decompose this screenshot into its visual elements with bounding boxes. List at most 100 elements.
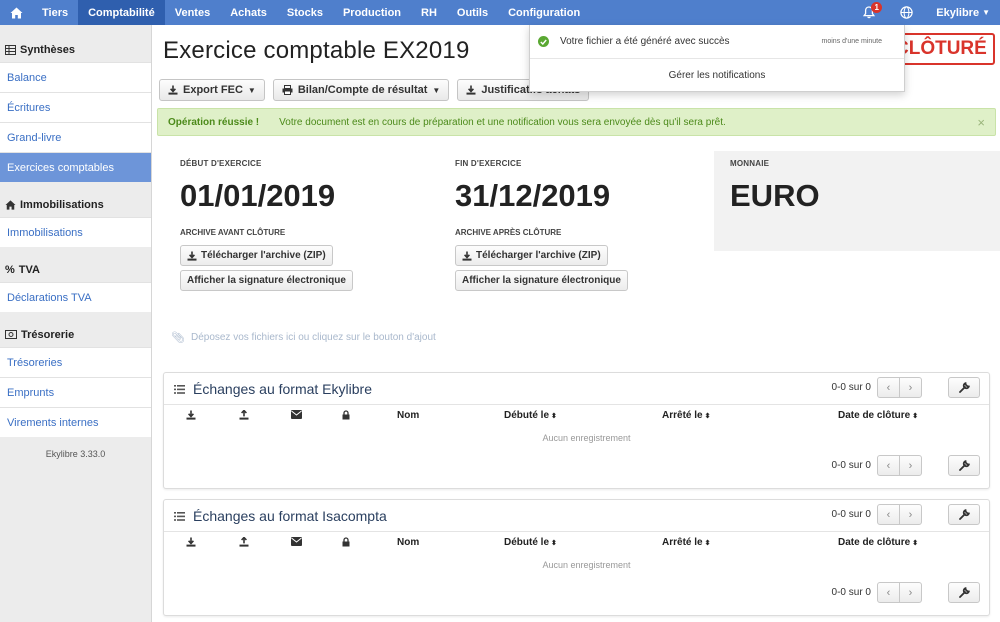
empty-message: Aucun enregistrement <box>542 433 631 443</box>
notifications-button[interactable]: 1 <box>852 0 886 25</box>
sidebar-item-ecritures[interactable]: Écritures <box>0 92 151 122</box>
home-button[interactable] <box>0 0 32 25</box>
download-archive-after-button[interactable]: Télécharger l'archive (ZIP) <box>455 245 608 266</box>
notification-count-badge: 1 <box>871 2 883 13</box>
prev-page-button[interactable]: ‹ <box>877 455 900 476</box>
download-archive-label: Télécharger l'archive (ZIP) <box>476 250 601 261</box>
success-alert: Opération réussie ! Votre document est e… <box>157 108 996 136</box>
sidebar-item-immobilisations[interactable]: Immobilisations <box>0 217 151 247</box>
percent-icon: % <box>5 263 15 276</box>
sort-icon: ⬍ <box>551 412 557 420</box>
sort-icon: ⬍ <box>912 539 919 547</box>
column-arrete[interactable]: Arrêté le ⬍ <box>662 410 710 421</box>
exercise-end-block: FIN D'EXERCICE 31/12/2019 ARCHIVE APRÈS … <box>455 159 628 291</box>
nav-ventes[interactable]: Ventes <box>165 0 220 25</box>
sidebar-item-balance[interactable]: Balance <box>0 62 151 92</box>
pager-count: 0-0 sur 0 <box>831 509 871 520</box>
settings-button[interactable] <box>948 582 980 603</box>
show-signature-before-button[interactable]: Afficher la signature électronique <box>180 270 353 291</box>
cloture-status-button[interactable]: CLÔTURÉ <box>893 33 995 65</box>
settings-button[interactable] <box>948 455 980 476</box>
pager-top: 0-0 sur 0 ‹ › <box>832 377 980 398</box>
download-icon <box>186 410 196 420</box>
column-cloture[interactable]: Date de clôture ⬍ <box>838 410 918 421</box>
currency-label: MONNAIE <box>730 159 770 168</box>
page-title: Exercice comptable EX2019 <box>163 37 470 64</box>
panel-title: Échanges au format Isacompta <box>174 508 387 524</box>
notification-dropdown: Votre fichier a été généré avec succès m… <box>529 25 905 92</box>
nav-outils[interactable]: Outils <box>447 0 498 25</box>
panel-title-text: Échanges au format Ekylibre <box>193 381 372 397</box>
wrench-icon <box>958 460 970 471</box>
chevron-right-icon: › <box>908 508 913 521</box>
nav-achats[interactable]: Achats <box>220 0 277 25</box>
sort-icon: ⬍ <box>704 412 711 420</box>
nav-rh[interactable]: RH <box>411 0 447 25</box>
wrench-icon <box>958 587 970 598</box>
manage-notifications-link[interactable]: Gérer les notifications <box>530 59 904 92</box>
bilan-label: Bilan/Compte de résultat <box>297 84 428 96</box>
column-nom[interactable]: Nom <box>397 410 419 421</box>
notification-item[interactable]: Votre fichier a été généré avec succès m… <box>530 25 904 59</box>
nav-tiers[interactable]: Tiers <box>32 0 78 25</box>
nav-configuration[interactable]: Configuration <box>498 0 590 25</box>
sidebar-section-tva: % TVA <box>0 257 151 282</box>
dropzone-text: Déposez vos fichiers ici ou cliquez sur … <box>190 332 436 343</box>
caret-down-icon: ▼ <box>247 85 256 95</box>
sidebar-item-emprunts[interactable]: Emprunts <box>0 377 151 407</box>
panel-ekylibre-exchanges: Échanges au format Ekylibre 0-0 sur 0 ‹ … <box>163 372 990 489</box>
settings-button[interactable] <box>948 504 980 525</box>
next-page-button[interactable]: › <box>899 504 922 525</box>
start-label: DÉBUT D'EXERCICE <box>180 159 262 168</box>
home-icon <box>10 7 22 18</box>
home-icon <box>5 199 16 210</box>
download-archive-before-button[interactable]: Télécharger l'archive (ZIP) <box>180 245 333 266</box>
sidebar-item-declarations-tva[interactable]: Déclarations TVA <box>0 282 151 312</box>
next-page-button[interactable]: › <box>899 582 922 603</box>
alert-close-icon[interactable]: × <box>977 115 985 130</box>
lock-icon <box>342 410 350 420</box>
sidebar-section-title: Trésorerie <box>21 328 75 341</box>
pager-count: 0-0 sur 0 <box>831 460 871 471</box>
nav-production[interactable]: Production <box>333 0 411 25</box>
pager-bottom: 0-0 sur 0 ‹ › <box>832 455 980 476</box>
upload-icon <box>239 410 249 420</box>
panel-title: Échanges au format Ekylibre <box>174 381 372 397</box>
sidebar-item-virements-internes[interactable]: Virements internes <box>0 407 151 437</box>
bilan-button[interactable]: Bilan/Compte de résultat ▼ <box>272 79 450 101</box>
download-icon <box>187 251 197 261</box>
sidebar-item-exercices-comptables[interactable]: Exercices comptables <box>0 152 151 182</box>
pager-count: 0-0 sur 0 <box>831 382 871 393</box>
prev-page-button[interactable]: ‹ <box>877 504 900 525</box>
exercise-start-block: DÉBUT D'EXERCICE 01/01/2019 ARCHIVE AVAN… <box>180 159 353 291</box>
toolbar: Export FEC ▼ Bilan/Compte de résultat ▼ … <box>159 79 590 101</box>
file-dropzone[interactable]: 📎︎ Déposez vos fichiers ici ou cliquez s… <box>171 331 436 344</box>
chevron-right-icon: › <box>908 459 913 472</box>
upload-icon <box>239 537 249 547</box>
wrench-icon <box>958 509 970 520</box>
language-button[interactable] <box>886 0 926 25</box>
chevron-left-icon: ‹ <box>886 459 891 472</box>
next-page-button[interactable]: › <box>899 455 922 476</box>
nav-comptabilite[interactable]: Comptabilité <box>78 0 165 25</box>
column-cloture[interactable]: Date de clôture ⬍ <box>838 537 918 548</box>
sidebar-item-grand-livre[interactable]: Grand-livre <box>0 122 151 152</box>
nav-stocks[interactable]: Stocks <box>277 0 333 25</box>
settings-button[interactable] <box>948 377 980 398</box>
export-fec-button[interactable]: Export FEC ▼ <box>159 79 265 101</box>
wrench-icon <box>958 382 970 393</box>
column-label: Débuté le <box>504 537 550 548</box>
prev-page-button[interactable]: ‹ <box>877 582 900 603</box>
show-signature-after-button[interactable]: Afficher la signature électronique <box>455 270 628 291</box>
column-debute[interactable]: Débuté le ⬍ <box>504 537 557 548</box>
column-debute[interactable]: Débuté le ⬍ <box>504 410 557 421</box>
column-nom[interactable]: Nom <box>397 537 419 548</box>
next-page-button[interactable]: › <box>899 377 922 398</box>
sidebar-item-tresoreries[interactable]: Trésoreries <box>0 347 151 377</box>
chevron-left-icon: ‹ <box>886 508 891 521</box>
prev-page-button[interactable]: ‹ <box>877 377 900 398</box>
envelope-icon <box>291 537 302 546</box>
user-menu[interactable]: Ekylibre ▼ <box>926 0 1000 25</box>
column-arrete[interactable]: Arrêté le ⬍ <box>662 537 710 548</box>
check-circle-icon <box>538 36 549 47</box>
